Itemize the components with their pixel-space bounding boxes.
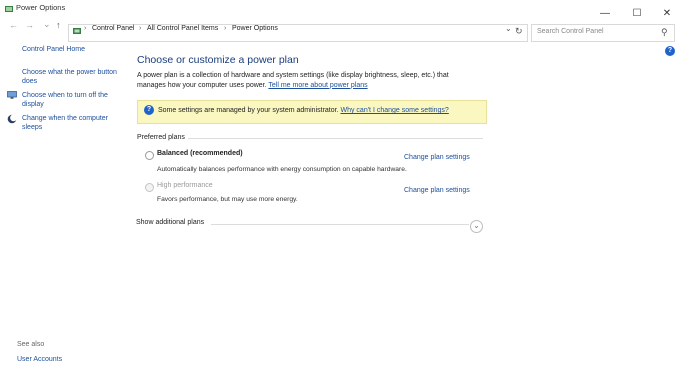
minimize-button[interactable]: — <box>594 6 616 22</box>
section-divider <box>188 138 483 139</box>
back-arrow-icon[interactable]: ← <box>9 20 18 30</box>
breadcrumb-separator: › <box>224 25 227 32</box>
monitor-icon <box>7 91 17 99</box>
why-cant-change-link[interactable]: Why can't I change some settings? <box>340 107 448 114</box>
balanced-plan-description: Automatically balances performance with … <box>157 166 407 173</box>
see-also-heading: See also <box>17 341 45 348</box>
maximize-button[interactable]: ☐ <box>626 6 648 22</box>
forward-arrow-icon[interactable]: → <box>25 20 34 30</box>
address-dropdown-icon[interactable]: ⌄ <box>505 24 512 33</box>
turn-off-display-link[interactable]: Choose when to turn off the display <box>22 91 122 109</box>
window-title: Power Options <box>16 3 66 12</box>
high-performance-plan-name[interactable]: High performance <box>157 182 213 189</box>
expand-chevron-icon[interactable]: ⌄ <box>470 220 483 233</box>
search-placeholder: Search Control Panel <box>537 28 604 35</box>
high-performance-change-settings-link[interactable]: Change plan settings <box>404 187 470 194</box>
control-panel-home-link[interactable]: Control Panel Home <box>22 45 85 54</box>
user-accounts-link[interactable]: User Accounts <box>17 355 62 364</box>
high-performance-radio-button[interactable] <box>145 183 154 192</box>
computer-sleeps-link[interactable]: Change when the computer sleeps <box>22 114 122 132</box>
breadcrumb-control-panel[interactable]: Control Panel <box>92 25 134 32</box>
search-icon[interactable]: ⚲ <box>661 27 668 38</box>
recent-locations-icon[interactable]: ⌄ <box>43 19 51 30</box>
admin-notice-text: Some settings are managed by your system… <box>158 107 449 114</box>
title-bar <box>0 0 679 24</box>
balanced-radio-button[interactable] <box>145 151 154 160</box>
breadcrumb-all-items[interactable]: All Control Panel Items <box>147 25 218 32</box>
balanced-plan-name[interactable]: Balanced (recommended) <box>157 150 243 157</box>
admin-notice-message: Some settings are managed by your system… <box>158 107 339 114</box>
breadcrumb-power-options[interactable]: Power Options <box>232 25 278 32</box>
page-title: Choose or customize a power plan <box>137 54 299 66</box>
power-plans-help-link[interactable]: Tell me more about power plans <box>268 82 367 89</box>
refresh-icon[interactable]: ↻ <box>515 26 523 37</box>
address-bar[interactable] <box>68 24 528 42</box>
help-icon[interactable]: ? <box>665 46 675 56</box>
breadcrumb-separator: › <box>84 25 87 32</box>
preferred-plans-heading: Preferred plans <box>137 134 185 141</box>
control-panel-icon <box>72 26 82 36</box>
intro-text: A power plan is a collection of hardware… <box>137 71 477 90</box>
high-performance-plan-description: Favors performance, but may use more ene… <box>157 196 298 203</box>
power-options-icon <box>4 4 14 14</box>
section-divider <box>211 224 469 225</box>
breadcrumb-separator: › <box>139 25 142 32</box>
close-button[interactable]: ✕ <box>656 6 678 22</box>
up-arrow-icon[interactable]: ↑ <box>56 20 61 30</box>
power-button-link[interactable]: Choose what the power button does <box>22 68 132 86</box>
info-question-icon: ? <box>144 105 154 115</box>
show-additional-plans-label[interactable]: Show additional plans <box>136 219 204 226</box>
sleep-moon-icon <box>7 114 17 124</box>
balanced-change-settings-link[interactable]: Change plan settings <box>404 154 470 161</box>
